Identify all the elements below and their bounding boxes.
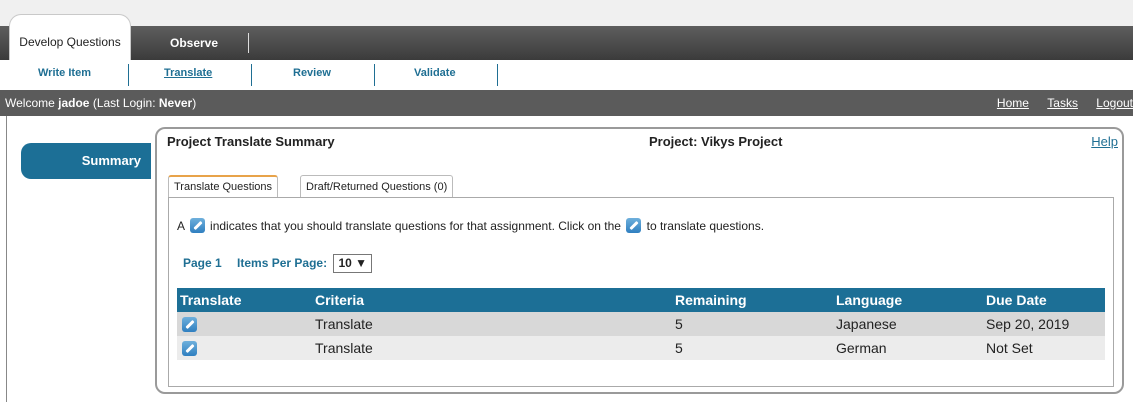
tab-observe[interactable]: Observe [140, 26, 248, 60]
tab-develop-questions[interactable]: Develop Questions [9, 14, 131, 60]
translate-cell [177, 336, 312, 360]
header-links: Home Tasks Logout [982, 90, 1133, 116]
assignments-table: Translate Criteria Remaining Language Du… [177, 288, 1105, 360]
subnav-divider [497, 64, 498, 86]
tab-content: A indicates that you should translate qu… [168, 197, 1114, 387]
due-date-cell: Sep 20, 2019 [983, 312, 1105, 336]
due-date-cell: Not Set [983, 336, 1105, 360]
subnav-divider [374, 64, 375, 86]
subnav-write-item[interactable]: Write Item [38, 67, 91, 79]
table-row: Translate 5 German Not Set [177, 336, 1105, 360]
criteria-cell: Translate [312, 336, 672, 360]
help-link[interactable]: Help [1091, 134, 1118, 149]
remaining-cell: 5 [672, 312, 833, 336]
tab-translate-questions[interactable]: Translate Questions [168, 175, 279, 198]
items-per-page-select[interactable]: 10 ▼ [333, 254, 372, 273]
welcome-message: Welcome jadoe (Last Login: Never) [5, 96, 197, 110]
instruction-text: A indicates that you should translate qu… [177, 218, 765, 233]
translate-cell [177, 312, 312, 336]
table-header-row: Translate Criteria Remaining Language Du… [177, 288, 1105, 312]
home-link[interactable]: Home [997, 96, 1029, 110]
project-name: Project: Vikys Project [649, 134, 783, 149]
last-login: Never [158, 96, 193, 110]
subnav-translate[interactable]: Translate [164, 67, 212, 79]
table-row: Translate 5 Japanese Sep 20, 2019 [177, 312, 1105, 336]
sub-navigation: Write Item Translate Review Validate [0, 60, 1133, 90]
subnav-review[interactable]: Review [293, 67, 331, 79]
page-title: Project Translate Summary [167, 134, 335, 149]
language-cell: German [833, 336, 983, 360]
subnav-validate[interactable]: Validate [414, 67, 456, 79]
remaining-cell: 5 [672, 336, 833, 360]
column-header-criteria: Criteria [312, 288, 672, 312]
pagination: Page 1 Items Per Page: 10 ▼ [183, 254, 372, 273]
subnav-divider [251, 64, 252, 86]
tab-draft-returned-questions[interactable]: Draft/Returned Questions (0) [300, 175, 454, 197]
welcome-bar: Welcome jadoe (Last Login: Never) Home T… [0, 90, 1133, 116]
column-header-remaining: Remaining [672, 288, 833, 312]
column-header-language: Language [833, 288, 983, 312]
pencil-edit-icon[interactable] [182, 341, 197, 356]
items-per-page-label: Items Per Page: [237, 256, 328, 270]
page-indicator: Page 1 [183, 256, 222, 270]
pencil-edit-icon[interactable] [182, 317, 197, 332]
tasks-link[interactable]: Tasks [1047, 96, 1078, 110]
translate-summary-panel: Project Translate Summary Project: Vikys… [155, 127, 1124, 394]
logout-link[interactable]: Logout [1096, 96, 1133, 110]
criteria-cell: Translate [312, 312, 672, 336]
summary-button[interactable]: Summary [21, 143, 151, 179]
left-divider [6, 116, 7, 402]
tab-divider [248, 33, 249, 53]
pencil-edit-icon [626, 218, 642, 233]
column-header-due-date: Due Date [983, 288, 1105, 312]
column-header-translate: Translate [177, 288, 312, 312]
pencil-edit-icon [189, 218, 205, 233]
subnav-divider [128, 64, 129, 86]
username: jadoe [58, 96, 90, 110]
top-tab-bar: Develop Questions Observe [0, 0, 1133, 60]
language-cell: Japanese [833, 312, 983, 336]
